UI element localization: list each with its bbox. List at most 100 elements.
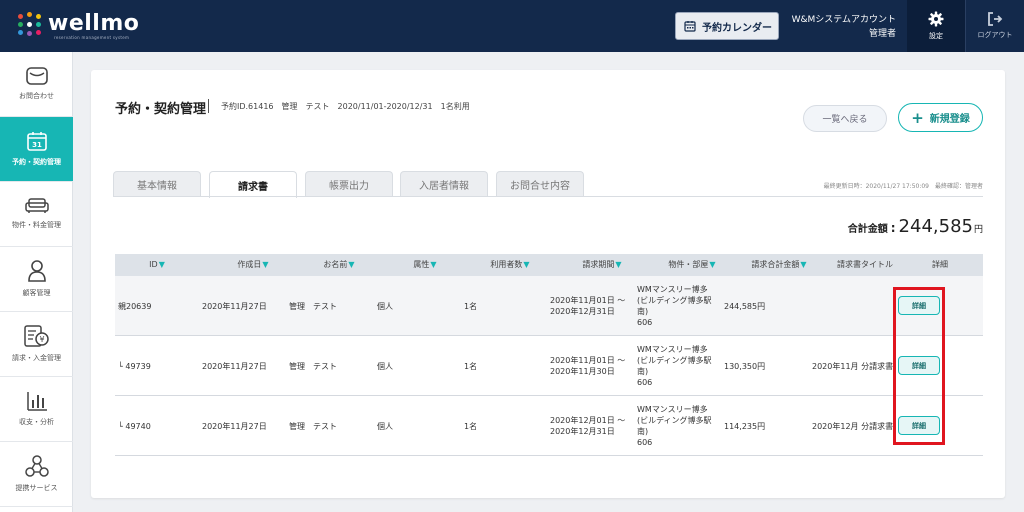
sidebar-item-partners[interactable]: 提携サービス — [0, 442, 73, 507]
cell-name: 管理 テスト — [289, 302, 337, 311]
table-header: ID▼ 作成日▼ お名前▼ 属性▼ 利用者数▼ 請求期間▼ 物件・部屋▼ 請求合… — [115, 254, 983, 276]
sort-down-icon: ▼ — [615, 260, 622, 269]
last-update-info: 最終更新日時：2020/11/27 17:50:09 最終確認：管理者 — [823, 183, 983, 190]
tab-underline — [113, 196, 983, 197]
account-info: W&Mシステムアカウント 管理者 — [788, 13, 896, 41]
cell-name: 管理 テスト — [289, 422, 337, 431]
tab-basic-info[interactable]: 基本情報 — [113, 171, 201, 197]
cell-attribute: 個人 — [377, 362, 393, 371]
new-registration-button[interactable]: + 新規登録 — [898, 103, 983, 132]
column-header-id[interactable]: ID▼ — [127, 254, 187, 276]
title-divider — [208, 99, 209, 113]
cell-users: 1名 — [464, 422, 478, 431]
tab-inquiry-content[interactable]: お問合せ内容 — [496, 171, 584, 197]
total-unit: 円 — [973, 225, 983, 235]
app-header: wellmo reservation management system 予約カ… — [0, 0, 1024, 52]
column-header-period[interactable]: 請求期間▼ — [562, 254, 642, 276]
cell-property: WMマンスリー博多 (ビルディング博多駅 南) 606 — [637, 285, 712, 327]
cell-id[interactable]: └ 49739 — [118, 361, 151, 372]
cell-period: 2020年12月01日 〜 2020年12月31日 — [550, 416, 626, 436]
sidebar-item-label: 収支・分析 — [19, 418, 54, 426]
reservation-meta: 予約ID.61416 管理 テスト 2020/11/01-2020/12/31 … — [221, 102, 470, 111]
sidebar-item-inquiries[interactable]: お問合わせ — [0, 52, 73, 117]
invoice-yen-icon: ¥ — [23, 325, 49, 347]
table-row: └ 49739 2020年11月27日 管理 テスト 個人 1名 2020年11… — [115, 336, 983, 396]
cell-users: 1名 — [464, 302, 478, 311]
calendar-icon — [684, 21, 696, 32]
calendar-icon: 31 — [26, 132, 47, 151]
calendar-button-label: 予約カレンダー — [702, 22, 772, 34]
sidebar-item-label: 物件・料金管理 — [12, 221, 61, 229]
column-header-detail: 詳細 — [932, 260, 948, 269]
logout-label: ログアウト — [977, 31, 1013, 39]
cell-created: 2020年11月27日 — [202, 362, 267, 371]
table-row: 親20639 2020年11月27日 管理 テスト 個人 1名 2020年11月… — [115, 276, 983, 336]
cell-period: 2020年11月01日 〜 2020年12月31日 — [550, 296, 626, 316]
cell-amount: 114,235円 — [724, 422, 766, 431]
sidebar-item-label: 予約・契約管理 — [12, 158, 61, 166]
sort-down-icon: ▼ — [523, 260, 530, 269]
column-header-property[interactable]: 物件・部屋▼ — [648, 254, 736, 276]
new-button-label: 新規登録 — [929, 114, 970, 125]
invoice-table: ID▼ 作成日▼ お名前▼ 属性▼ 利用者数▼ 請求期間▼ 物件・部屋▼ 請求合… — [115, 254, 983, 456]
tab-document-output[interactable]: 帳票出力 — [305, 171, 393, 197]
settings-button[interactable]: 設定 — [907, 0, 965, 52]
sort-down-icon: ▼ — [348, 260, 355, 269]
logo[interactable]: wellmo — [18, 12, 139, 36]
cell-id[interactable]: └ 49740 — [118, 421, 151, 432]
table-row: └ 49740 2020年11月27日 管理 テスト 個人 1名 2020年12… — [115, 396, 983, 456]
account-name: W&Mシステムアカウント — [791, 15, 896, 25]
logo-text: wellmo — [48, 11, 140, 36]
cell-id[interactable]: 親20639 — [118, 301, 151, 312]
sort-down-icon: ▼ — [158, 260, 165, 269]
total-value: 244,585 — [898, 216, 973, 237]
sort-down-icon: ▼ — [262, 260, 269, 269]
cell-invoice-title: 2020年12月 分請求書 — [812, 422, 894, 431]
settings-label: 設定 — [929, 32, 943, 40]
column-header-name[interactable]: お名前▼ — [299, 254, 379, 276]
account-role: 管理者 — [868, 29, 896, 39]
plus-icon: + — [911, 108, 924, 127]
sidebar-item-properties[interactable]: 物件・料金管理 — [0, 182, 73, 247]
bar-chart-icon — [26, 392, 47, 411]
page-title: 予約・契約管理 — [115, 102, 207, 117]
cell-amount: 244,585円 — [724, 302, 766, 311]
sidebar-item-label: 提携サービス — [15, 484, 58, 492]
cell-name: 管理 テスト — [289, 362, 337, 371]
sidebar-item-billing[interactable]: ¥ 請求・入金管理 — [0, 312, 73, 377]
sidebar-item-label: お問合わせ — [19, 92, 54, 100]
sort-down-icon: ▼ — [800, 260, 807, 269]
reservation-calendar-button[interactable]: 予約カレンダー — [675, 12, 779, 40]
network-icon — [24, 455, 49, 477]
column-header-amount[interactable]: 請求合計金額▼ — [737, 254, 821, 276]
sidebar-item-analytics[interactable]: 収支・分析 — [0, 377, 73, 442]
sidebar-item-label: 請求・入金管理 — [12, 354, 61, 362]
column-header-created[interactable]: 作成日▼ — [213, 254, 293, 276]
sidebar-item-label: 顧客管理 — [22, 289, 51, 297]
column-header-invoice-title: 請求書タイトル — [837, 260, 893, 269]
sidebar-item-reservations[interactable]: 31 予約・契約管理 — [0, 117, 73, 182]
back-to-list-button[interactable]: 一覧へ戻る — [803, 105, 887, 132]
column-header-attribute[interactable]: 属性▼ — [385, 254, 465, 276]
cell-invoice-title: 2020年11月 分請求書 — [812, 362, 894, 371]
tab-resident-info[interactable]: 入居者情報 — [400, 171, 488, 197]
gear-icon — [928, 11, 944, 27]
cell-users: 1名 — [464, 362, 478, 371]
cell-attribute: 個人 — [377, 302, 393, 311]
sort-down-icon: ▼ — [430, 260, 437, 269]
sidebar-item-customers[interactable]: 顧客管理 — [0, 247, 73, 312]
cell-property: WMマンスリー博多 (ビルディング博多駅 南) 606 — [637, 345, 712, 387]
envelope-icon — [25, 67, 48, 85]
sort-down-icon: ▼ — [709, 260, 716, 269]
logo-mark-icon — [18, 12, 42, 36]
total-label: 合計金額 — [847, 224, 888, 235]
cell-property: WMマンスリー博多 (ビルディング博多駅 南) 606 — [637, 405, 712, 447]
highlight-annotation-box — [893, 287, 945, 445]
column-header-users[interactable]: 利用者数▼ — [470, 254, 550, 276]
person-icon — [27, 260, 46, 282]
cell-created: 2020年11月27日 — [202, 422, 267, 431]
logout-button[interactable]: ログアウト — [965, 0, 1024, 52]
sidebar: お問合わせ 31 予約・契約管理 物件・料金管理 顧客管理 ¥ 請求・入金管理 … — [0, 52, 73, 512]
cell-period: 2020年11月01日 〜 2020年11月30日 — [550, 356, 626, 376]
tab-invoice[interactable]: 請求書 — [209, 171, 297, 198]
